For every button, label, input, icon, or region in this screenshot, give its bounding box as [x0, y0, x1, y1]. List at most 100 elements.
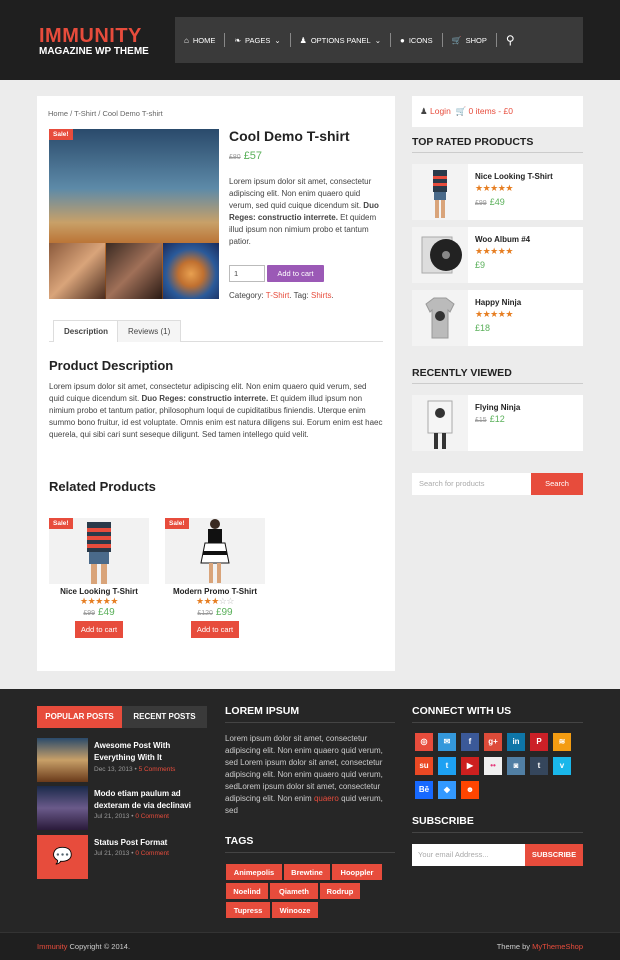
- related-product-image[interactable]: Sale!: [165, 518, 265, 584]
- post-comments[interactable]: 0 Comment: [135, 850, 169, 857]
- category-link[interactable]: T-Shirt: [266, 291, 290, 300]
- logo-subtitle[interactable]: MAGAZINE WP THEME: [39, 46, 149, 58]
- related-product-name[interactable]: Nice Looking T-Shirt: [49, 587, 149, 596]
- top-rated-item[interactable]: Nice Looking T-Shirt ★★★★★ £99 £49: [412, 164, 583, 220]
- nav-home[interactable]: ⌂ HOME: [175, 17, 224, 63]
- related-product-name[interactable]: Modern Promo T-Shirt: [165, 587, 265, 596]
- post-item[interactable]: Modo etiam paulum ad dexteram de via dec…: [37, 786, 207, 830]
- post-item[interactable]: 💬 Status Post Format Jul 21, 2013 • 0 Co…: [37, 835, 207, 879]
- rss-icon[interactable]: ≋: [553, 733, 571, 751]
- nav-pages[interactable]: ❧ PAGES ⌄: [225, 17, 289, 63]
- post-title[interactable]: Modo etiam paulum ad dexteram de via dec…: [94, 788, 209, 812]
- reddit-icon[interactable]: ☻: [461, 781, 479, 799]
- lorem-body: Lorem ipsum dolor sit amet, consectetur …: [225, 734, 383, 803]
- email-icon[interactable]: ✉: [438, 733, 456, 751]
- post-comments[interactable]: 5 Comments: [139, 766, 176, 773]
- cart-label: 0 items - £0: [468, 106, 513, 116]
- author-link[interactable]: MyThemeShop: [532, 942, 583, 951]
- linkedin-icon[interactable]: in: [507, 733, 525, 751]
- old-price: £99: [475, 200, 487, 207]
- tag-label: Tag:: [293, 291, 309, 300]
- facebook-icon[interactable]: f: [461, 733, 479, 751]
- cart-icon: 🛒: [455, 106, 467, 116]
- star-filled-icon: ★: [196, 596, 204, 606]
- product-name[interactable]: Nice Looking T-Shirt: [475, 172, 553, 181]
- product-price: £9: [475, 260, 486, 270]
- add-to-cart-button[interactable]: Add to cart: [74, 621, 124, 638]
- search-toggle[interactable]: ⚲: [497, 17, 524, 63]
- google-plus-icon[interactable]: g+: [484, 733, 502, 751]
- product-thumbnail: [412, 290, 468, 346]
- tab-reviews[interactable]: Reviews (1): [117, 320, 182, 342]
- product-thumbnail[interactable]: [106, 243, 162, 299]
- tab-description[interactable]: Description: [53, 320, 120, 342]
- rating-stars: ★★★☆☆: [165, 596, 265, 607]
- tag-link[interactable]: Shirts: [311, 291, 331, 300]
- product-name[interactable]: Happy Ninja: [475, 298, 521, 307]
- post-item[interactable]: Awesome Post With Everything With It Dec…: [37, 738, 207, 782]
- related-product-image[interactable]: Sale!: [49, 518, 149, 584]
- vimeo-icon[interactable]: v: [553, 757, 571, 775]
- quantity-stepper[interactable]: 1: [229, 265, 265, 282]
- twitter-icon[interactable]: t: [438, 757, 456, 775]
- site-header: IMMUNITY MAGAZINE WP THEME ⌂ HOME ❧ PAGES ⌄…: [0, 0, 620, 80]
- star-empty-icon: ☆: [226, 596, 234, 606]
- email-field[interactable]: Your email Address...: [412, 844, 525, 866]
- add-to-cart-button[interactable]: Add to cart: [267, 265, 324, 282]
- post-title[interactable]: Status Post Format: [94, 837, 209, 849]
- lorem-text: Lorem ipsum dolor sit amet, consectetur …: [225, 733, 395, 817]
- nav-icons[interactable]: ● ICONS: [391, 17, 442, 63]
- logo-title[interactable]: IMMUNITY: [39, 26, 142, 46]
- cart-icon: 🛒: [451, 35, 462, 45]
- search-button[interactable]: Search: [531, 473, 583, 495]
- flickr-icon[interactable]: ••: [484, 757, 502, 775]
- star-filled-icon: ★: [475, 246, 483, 256]
- related-heading: Related Products: [49, 479, 156, 494]
- cart-link[interactable]: 🛒 0 items - £0: [456, 106, 513, 116]
- tag-link[interactable]: Hooppler: [331, 863, 383, 881]
- tag-link[interactable]: Tupress: [225, 901, 271, 919]
- tag-link[interactable]: Winooze: [271, 901, 319, 919]
- product-thumbnail[interactable]: [49, 243, 105, 299]
- breadcrumb[interactable]: Home / T-Shirt / Cool Demo T-shirt: [48, 109, 163, 118]
- chat-bubble-icon: 💬: [37, 835, 88, 879]
- post-comments[interactable]: 0 Comment: [135, 813, 169, 820]
- instagram-icon[interactable]: ◙: [507, 757, 525, 775]
- tag-link[interactable]: Animepolis: [225, 863, 283, 881]
- apple-icon: ●: [400, 35, 405, 45]
- add-to-cart-button[interactable]: Add to cart: [190, 621, 240, 638]
- product-name[interactable]: Woo Album #4: [475, 235, 530, 244]
- related-product-price: £120 £99: [165, 607, 265, 618]
- tag-link[interactable]: Brewtine: [283, 863, 331, 881]
- tab-popular-posts[interactable]: POPULAR POSTS: [37, 706, 122, 728]
- tag-link[interactable]: Qiameth: [269, 882, 319, 900]
- product-search-input[interactable]: Search for products: [412, 473, 531, 495]
- youtube-icon[interactable]: ▶: [461, 757, 479, 775]
- nav-options-panel[interactable]: ♟ OPTIONS PANEL ⌄: [291, 17, 390, 63]
- post-title[interactable]: Awesome Post With Everything With It: [94, 740, 209, 764]
- footer-bottom: Immunity Copyright © 2014. Theme by MyTh…: [0, 932, 620, 960]
- nav-shop[interactable]: 🛒 SHOP: [443, 17, 496, 63]
- tag-link[interactable]: Noelind: [225, 882, 269, 900]
- product-price: £15 £12: [475, 414, 505, 424]
- top-rated-item[interactable]: Happy Ninja ★★★★★ £18: [412, 290, 583, 346]
- login-link[interactable]: ♟ Login: [420, 106, 451, 116]
- delicious-icon[interactable]: ◆: [438, 781, 456, 799]
- dribbble-icon[interactable]: ◎: [415, 733, 433, 751]
- tag-link[interactable]: Rodrup: [319, 882, 361, 900]
- product-thumbnail[interactable]: [163, 243, 219, 299]
- tab-recent-posts[interactable]: RECENT POSTS: [122, 706, 207, 728]
- site-link[interactable]: Immunity: [37, 942, 67, 951]
- behance-icon[interactable]: Bē: [415, 781, 433, 799]
- pinterest-icon[interactable]: P: [530, 733, 548, 751]
- lorem-link[interactable]: quaero: [314, 794, 339, 803]
- product-name[interactable]: Flying Ninja: [475, 403, 520, 412]
- old-price: £80: [229, 154, 241, 161]
- user-icon: ♟: [420, 106, 428, 116]
- tumblr-icon[interactable]: t: [530, 757, 548, 775]
- star-filled-icon: ★: [211, 596, 219, 606]
- subscribe-button[interactable]: SUBSCRIBE: [525, 844, 583, 866]
- top-rated-item[interactable]: Woo Album #4 ★★★★★ £9: [412, 227, 583, 283]
- recently-viewed-item[interactable]: Flying Ninja £15 £12: [412, 395, 583, 451]
- stumbleupon-icon[interactable]: su: [415, 757, 433, 775]
